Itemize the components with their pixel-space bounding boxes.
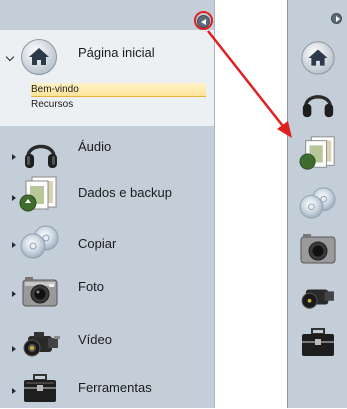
nav-item-tools[interactable]: Ferramentas <box>0 362 214 408</box>
collapsed-arrow-icon[interactable] <box>12 388 16 394</box>
subitem-bem-vindo[interactable]: Bem-vindo <box>31 83 206 97</box>
nav-label-video: Vídeo <box>78 332 112 347</box>
home-icon <box>20 38 58 81</box>
headphones-icon <box>22 133 60 176</box>
nav-label-photo: Foto <box>78 279 105 294</box>
mini-data-backup-icon[interactable] <box>298 134 338 177</box>
nav-item-data-backup[interactable]: Dados e backup <box>0 171 214 217</box>
nav-item-home[interactable]: Página inicial <box>0 30 214 76</box>
nav-label-audio: Áudio <box>78 139 112 154</box>
mini-copy-disc-icon[interactable] <box>297 186 339 225</box>
nav-item-audio[interactable]: Áudio <box>0 124 214 170</box>
expand-sidebar-button[interactable] <box>331 13 342 24</box>
video-camera-icon <box>20 328 62 365</box>
mini-headphones-icon[interactable] <box>300 84 336 125</box>
mini-camera-icon[interactable] <box>299 232 337 271</box>
expanded-arrow-icon[interactable] <box>5 52 15 62</box>
expanded-sidebar: Página inicial Bem-vindo Recursos Áudio <box>0 0 215 408</box>
mini-video-camera-icon[interactable] <box>298 282 338 317</box>
highlight-circle <box>194 11 213 30</box>
nav-item-photo[interactable]: Foto <box>0 265 214 311</box>
copy-disc-icon <box>18 224 62 265</box>
nav-label-tools: Ferramentas <box>78 380 152 395</box>
nav-item-video[interactable]: Vídeo <box>0 316 214 362</box>
nav-label-copy: Copiar <box>78 236 117 251</box>
collapsed-arrow-icon[interactable] <box>12 291 16 297</box>
toolbox-icon <box>22 372 58 409</box>
nav-label-home: Página inicial <box>78 45 155 60</box>
subitem-recursos[interactable]: Recursos <box>31 98 73 111</box>
nav-label-data-backup: Dados e backup <box>78 185 172 200</box>
collapsed-arrow-icon[interactable] <box>12 346 16 352</box>
data-backup-icon <box>18 174 60 219</box>
collapsed-arrow-icon[interactable] <box>12 242 16 248</box>
collapsed-arrow-icon[interactable] <box>12 154 16 160</box>
mini-toolbox-icon[interactable] <box>300 326 336 363</box>
collapsed-arrow-icon[interactable] <box>12 195 16 201</box>
nav-item-copy[interactable]: Copiar <box>0 218 214 264</box>
mini-home-icon[interactable] <box>300 40 336 81</box>
camera-icon <box>21 275 59 314</box>
